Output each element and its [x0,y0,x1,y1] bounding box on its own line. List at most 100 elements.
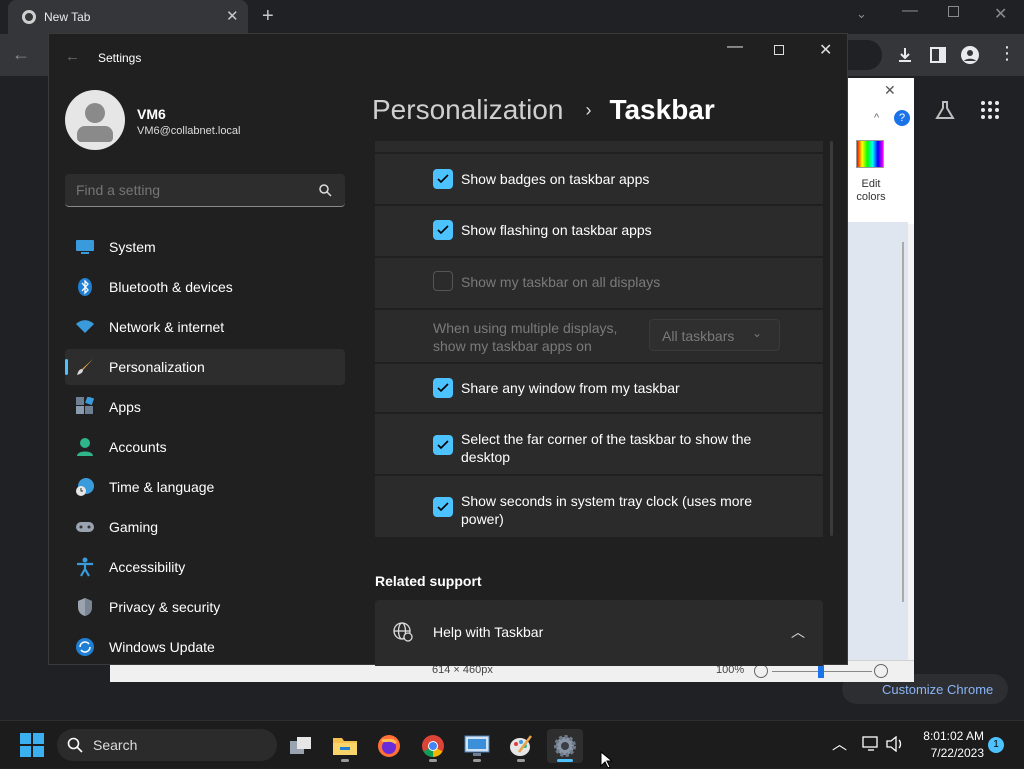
running-indicator [557,759,573,762]
chevron-up-icon[interactable]: ︿ [832,733,847,754]
globe-icon [393,622,413,642]
search-input[interactable] [65,174,305,206]
task-view-button[interactable] [283,729,319,763]
chrome-menu-icon[interactable]: ⋮ [998,43,1016,64]
edit-colors-label[interactable]: Edit colors [852,178,890,204]
maximize-icon[interactable] [774,45,784,55]
search-box[interactable] [65,174,345,207]
taskbar-search-box[interactable]: Search [57,729,277,761]
user-name: VM6 [137,106,166,122]
close-tab-icon[interactable]: ✕ [226,7,239,25]
sidebar-item-label: Privacy & security [109,599,221,615]
sidebar-item-accounts[interactable]: Accounts [65,429,345,465]
scrollbar[interactable] [902,242,904,602]
option-label: Show my taskbar on all displays [461,274,661,290]
windows-start-icon[interactable] [20,733,44,757]
tab-search-icon[interactable]: ⌄ [856,6,867,22]
firefox-button[interactable] [371,729,407,763]
search-icon [67,737,83,753]
option-far-corner[interactable]: Select the far corner of the taskbar to … [375,414,823,475]
zoom-out-icon[interactable] [754,664,768,678]
option-show-badges[interactable]: Show badges on taskbar apps [375,154,823,205]
paint-button[interactable] [503,729,539,763]
profile-icon[interactable] [960,45,980,65]
option-label: Select the far corner of the taskbar to … [461,431,752,465]
option-show-seconds[interactable]: Show seconds in system tray clock (uses … [375,476,823,537]
search-icon[interactable] [319,184,332,197]
clock[interactable]: 8:01:02 AM 7/22/2023 [914,728,984,764]
download-icon[interactable] [896,46,914,64]
back-icon[interactable]: ← [12,44,30,65]
volume-icon[interactable] [886,736,904,752]
taskbar-apps-dropdown[interactable]: All taskbars ⌄ [649,319,780,351]
avatar[interactable] [65,90,125,150]
checkbox-unchecked-icon[interactable] [433,271,453,291]
zoom-slider-thumb[interactable] [818,664,824,678]
checkbox-checked-icon[interactable] [433,497,453,517]
related-support-heading: Related support [375,573,482,589]
scrollbar[interactable] [830,141,833,536]
edit-colors-icon[interactable] [856,140,884,168]
person-icon [75,437,95,457]
taskbar-search-label: Search [93,737,138,753]
checkbox-checked-icon[interactable] [433,169,453,189]
help-icon[interactable]: ? [894,110,910,126]
checkbox-checked-icon[interactable] [433,220,453,240]
running-indicator [517,759,525,762]
chevron-down-icon: ⌄ [752,326,763,340]
task-view-icon [290,737,311,754]
option-share-window[interactable]: Share any window from my taskbar [375,364,823,413]
paint-icon [510,735,532,756]
help-with-taskbar-expander[interactable]: Help with Taskbar ︿ [375,600,823,666]
labs-icon[interactable] [934,100,956,120]
running-indicator [341,759,349,762]
minimize-chrome-icon[interactable]: — [902,2,918,20]
sidebar-item-network[interactable]: Network & internet [65,309,345,345]
sidebar-item-privacy[interactable]: Privacy & security [65,589,345,625]
chrome-button[interactable] [415,729,451,763]
option-all-displays[interactable]: Show my taskbar on all displays [375,258,823,309]
sidebar-item-accessibility[interactable]: Accessibility [65,549,345,585]
customize-chrome-label: Customize Chrome [882,682,994,697]
breadcrumb-parent[interactable]: Personalization [372,94,563,126]
option-show-flashing[interactable]: Show flashing on taskbar apps [375,206,823,257]
notification-badge[interactable]: 1 [988,737,1004,753]
chrome-tab[interactable]: New Tab ✕ [8,0,248,34]
zoom-in-icon[interactable] [874,664,888,678]
sidebar-item-system[interactable]: System [65,229,345,265]
checkbox-checked-icon[interactable] [433,435,453,455]
option-multi-display: When using multiple displays, show my ta… [375,310,823,363]
minimize-icon[interactable]: — [727,38,743,56]
remote-desktop-button[interactable] [459,729,495,763]
sidebar-item-label: Accessibility [109,559,186,575]
side-panel-icon[interactable] [929,46,947,64]
sidebar-item-bluetooth[interactable]: Bluetooth & devices [65,269,345,305]
close-icon[interactable]: ✕ [819,40,832,60]
ribbon-collapse-icon[interactable]: ^ [874,112,879,124]
running-indicator [473,759,481,762]
restore-chrome-icon[interactable] [948,6,959,17]
back-arrow-icon[interactable]: ← [65,48,80,65]
sidebar-item-windows-update[interactable]: Windows Update [65,629,345,665]
update-icon [75,637,95,657]
apps-grid-icon[interactable] [980,100,1000,120]
chevron-right-icon: › [585,99,592,120]
bluetooth-icon [75,277,95,297]
chrome-favicon-icon [22,10,36,24]
sidebar-item-gaming[interactable]: Gaming [65,509,345,545]
breadcrumb: Personalization › Taskbar [372,90,715,130]
close-chrome-icon[interactable]: ✕ [994,4,1007,24]
sidebar-item-time-language[interactable]: Time & language [65,469,345,505]
sidebar-item-label: Bluetooth & devices [109,279,233,295]
dropdown-value: All taskbars [662,328,735,344]
paint-close-icon[interactable]: ✕ [884,82,896,99]
settings-button[interactable] [547,729,583,763]
chevron-up-icon[interactable]: ︿ [791,622,805,642]
file-explorer-button[interactable] [327,729,363,763]
new-tab-icon[interactable]: + [262,5,274,28]
avatar-body [77,126,113,142]
sidebar-item-apps[interactable]: Apps [65,389,345,425]
sidebar-item-personalization[interactable]: Personalization [65,349,345,385]
checkbox-checked-icon[interactable] [433,378,453,398]
network-icon[interactable] [862,736,880,752]
